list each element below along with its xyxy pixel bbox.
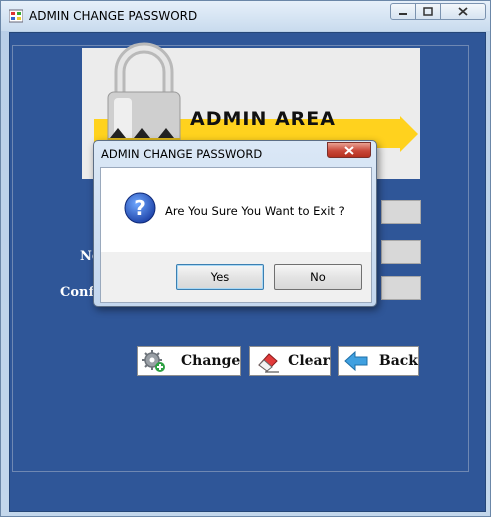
title-bar[interactable]: ADMIN CHANGE PASSWORD bbox=[1, 1, 491, 33]
dialog-title: ADMIN CHANGE PASSWORD bbox=[101, 147, 263, 161]
dialog-body: ? Are You Sure You Want to Exit ? Yes No bbox=[100, 167, 372, 303]
clear-button[interactable]: Clear bbox=[249, 346, 331, 376]
window-title: ADMIN CHANGE PASSWORD bbox=[29, 9, 198, 23]
back-arrow-icon bbox=[342, 348, 370, 374]
maximize-button[interactable] bbox=[416, 3, 441, 20]
close-icon bbox=[344, 145, 354, 155]
clear-label: Clear bbox=[288, 353, 330, 369]
new-password-field[interactable] bbox=[381, 240, 421, 264]
padlock-icon bbox=[107, 42, 181, 149]
window-controls bbox=[390, 3, 486, 20]
dialog-message: Are You Sure You Want to Exit ? bbox=[165, 204, 345, 218]
svg-text:?: ? bbox=[134, 196, 146, 220]
change-button[interactable]: Change bbox=[137, 346, 241, 376]
yes-button[interactable]: Yes bbox=[176, 264, 264, 290]
question-icon: ? bbox=[124, 192, 156, 224]
banner-arrow-icon bbox=[400, 116, 418, 152]
banner-title: ADMIN AREA bbox=[190, 108, 336, 130]
minimize-icon bbox=[399, 12, 407, 15]
close-icon bbox=[458, 7, 468, 16]
back-button[interactable]: Back bbox=[338, 346, 419, 376]
no-button[interactable]: No bbox=[274, 264, 362, 290]
confirm-exit-dialog: ADMIN CHANGE PASSWORD ? Are You Sure You… bbox=[93, 140, 377, 307]
change-label: Change bbox=[181, 353, 241, 369]
app-icon bbox=[9, 9, 23, 23]
maximize-icon bbox=[423, 7, 433, 16]
back-label: Back bbox=[378, 353, 418, 369]
dialog-message-panel: ? Are You Sure You Want to Exit ? bbox=[101, 168, 371, 252]
close-button[interactable] bbox=[441, 3, 486, 20]
confirm-password-field[interactable] bbox=[381, 276, 421, 300]
dialog-close-button[interactable] bbox=[327, 142, 371, 158]
old-password-field[interactable] bbox=[381, 200, 421, 224]
eraser-icon bbox=[253, 348, 282, 374]
gear-add-icon bbox=[141, 348, 167, 374]
minimize-button[interactable] bbox=[390, 3, 416, 20]
